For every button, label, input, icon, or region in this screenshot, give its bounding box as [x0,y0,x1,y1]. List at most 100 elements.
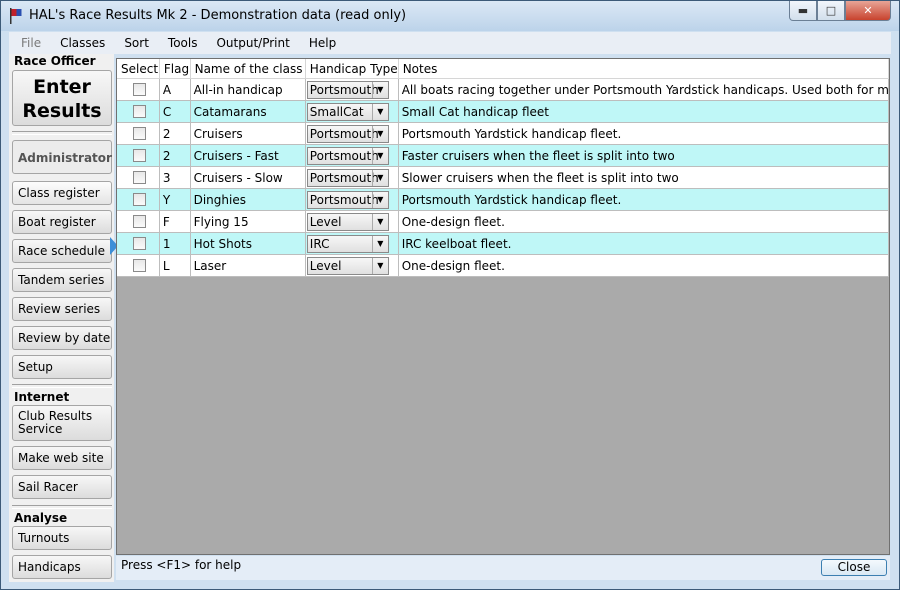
sidebar-item-setup[interactable]: Setup [12,355,112,379]
select-column-header[interactable]: Select [117,59,160,79]
handicap-type-dropdown[interactable]: SmallCat ▼ [306,102,389,121]
enter-results-button[interactable]: Enter Results [12,70,112,126]
close-button[interactable]: Close [821,559,887,576]
dropdown-arrow-icon[interactable]: ▼ [371,213,388,230]
class-name-cell[interactable]: Cruisers - Fast [190,144,306,167]
menu-tools[interactable]: Tools [161,36,205,50]
flag-cell[interactable]: 2 [159,122,191,145]
notes-cell[interactable]: Small Cat handicap fleet [398,100,889,123]
sail-racer-button[interactable]: Sail Racer [12,475,112,499]
handicap-cell: IRC ▼ [305,232,399,255]
notes-cell[interactable]: Slower cruisers when the fleet is split … [398,166,889,189]
select-checkbox[interactable] [132,105,146,118]
menu-file[interactable]: File [14,36,48,50]
sidebar-item-race-schedule[interactable]: Race schedule [12,239,112,263]
minimize-button[interactable]: ▬ [789,1,817,21]
flag-cell[interactable]: 1 [159,232,191,255]
handicap-type-dropdown[interactable]: Portsmouth ▼ [306,146,389,165]
table-row[interactable]: A All-in handicap Portsmouth ▼ All boats rac… [117,78,889,101]
notes-cell[interactable]: One-design fleet. [398,210,889,233]
flag-cell[interactable]: A [159,78,191,101]
club-results-service-button[interactable]: Club Results Service [12,405,112,441]
menu-help[interactable]: Help [302,36,343,50]
sidebar-item-tandem-series[interactable]: Tandem series [12,268,112,292]
class-name-cell[interactable]: Dinghies [190,188,306,211]
notes-cell[interactable]: Portsmouth Yardstick handicap fleet. [398,122,889,145]
menu-output-print[interactable]: Output/Print [209,36,296,50]
sidebar-item-class-register[interactable]: Class register [12,181,112,205]
handicaps-button[interactable]: Handicaps [12,555,112,579]
handicap-column-header[interactable]: Handicap Type [305,59,399,79]
menu-sort[interactable]: Sort [117,36,156,50]
table-row[interactable]: 3 Cruisers - Slow Portsmouth ▼ Slower cruise… [117,166,889,189]
notes-cell[interactable]: Portsmouth Yardstick handicap fleet. [398,188,889,211]
select-checkbox[interactable] [132,237,146,250]
close-window-button[interactable]: ✕ [845,1,891,21]
flag-cell[interactable]: L [159,254,191,277]
select-checkbox[interactable] [132,193,146,206]
notes-cell[interactable]: All boats racing together under Portsmou… [398,78,889,101]
table-row[interactable]: F Flying 15 Level ▼ One-design fleet. [117,210,889,233]
dropdown-arrow-icon[interactable]: ▼ [371,169,388,186]
administrator-button[interactable]: Administrator [12,140,112,174]
table-row[interactable]: Y Dinghies Portsmouth ▼ Portsmouth Yardstick… [117,188,889,211]
handicap-type-dropdown[interactable]: Portsmouth ▼ [306,80,389,99]
flag-cell[interactable]: C [159,100,191,123]
select-checkbox[interactable] [132,215,146,228]
handicap-type-dropdown[interactable]: Level ▼ [306,256,389,275]
table-row[interactable]: L Laser Level ▼ One-design fleet. [117,254,889,277]
table-row[interactable]: 1 Hot Shots IRC ▼ IRC keelboat fleet. [117,232,889,255]
select-checkbox[interactable] [132,149,146,162]
app-window: HAL's Race Results Mk 2 - Demonstration … [0,0,900,590]
handicap-type-dropdown[interactable]: Portsmouth ▼ [306,190,389,209]
table-row[interactable]: 2 Cruisers Portsmouth ▼ Portsmouth Yardstick… [117,122,889,145]
handicap-type-dropdown[interactable]: Level ▼ [306,212,389,231]
make-web-site-button[interactable]: Make web site [12,446,112,470]
flag-column-header[interactable]: Flag [159,59,191,79]
dropdown-arrow-icon[interactable]: ▼ [371,191,388,208]
sidebar-item-review-series[interactable]: Review series [12,297,112,321]
dropdown-arrow-icon[interactable]: ▼ [371,103,388,120]
name-column-header[interactable]: Name of the class [190,59,306,79]
sidebar-item-review-by-date[interactable]: Review by date [12,326,112,350]
app-flag-icon [10,8,22,24]
dropdown-arrow-icon[interactable]: ▼ [371,125,388,142]
flag-cell[interactable]: F [159,210,191,233]
class-name-cell[interactable]: Hot Shots [190,232,306,255]
select-checkbox[interactable] [132,83,146,96]
handicap-type-dropdown[interactable]: Portsmouth ▼ [306,168,389,187]
handicap-type-dropdown[interactable]: Portsmouth ▼ [306,124,389,143]
select-checkbox[interactable] [132,127,146,140]
maximize-button[interactable]: □ [817,1,845,21]
select-checkbox[interactable] [132,259,146,272]
handicap-type-value: Portsmouth [309,148,379,163]
notes-cell[interactable]: IRC keelboat fleet. [398,232,889,255]
table-row[interactable]: C Catamarans SmallCat ▼ Small Cat handicap f… [117,100,889,123]
class-name-cell[interactable]: All-in handicap [190,78,306,101]
flag-cell[interactable]: Y [159,188,191,211]
flag-cell[interactable]: 3 [159,166,191,189]
menu-classes[interactable]: Classes [53,36,112,50]
flag-cell[interactable]: 2 [159,144,191,167]
notes-cell[interactable]: One-design fleet. [398,254,889,277]
select-cell [117,232,160,255]
class-name-cell[interactable]: Flying 15 [190,210,306,233]
class-name-cell[interactable]: Cruisers [190,122,306,145]
dropdown-arrow-icon[interactable]: ▼ [371,235,388,252]
handicap-type-dropdown[interactable]: IRC ▼ [306,234,389,253]
notes-column-header[interactable]: Notes [398,59,889,79]
turnouts-button[interactable]: Turnouts [12,526,112,550]
class-name-cell[interactable]: Catamarans [190,100,306,123]
dropdown-arrow-icon[interactable]: ▼ [371,257,388,274]
dropdown-arrow-icon[interactable]: ▼ [371,147,388,164]
class-name-cell[interactable]: Cruisers - Slow [190,166,306,189]
title-bar: HAL's Race Results Mk 2 - Demonstration … [1,1,899,31]
sidebar-item-boat-register[interactable]: Boat register [12,210,112,234]
dropdown-arrow-icon[interactable]: ▼ [371,81,388,98]
notes-cell[interactable]: Faster cruisers when the fleet is split … [398,144,889,167]
select-checkbox[interactable] [132,171,146,184]
menu-bar: File Classes Sort Tools Output/Print Help [9,32,891,54]
handicap-cell: Portsmouth ▼ [305,188,399,211]
class-name-cell[interactable]: Laser [190,254,306,277]
table-row[interactable]: 2 Cruisers - Fast Portsmouth ▼ Faster cruise… [117,144,889,167]
